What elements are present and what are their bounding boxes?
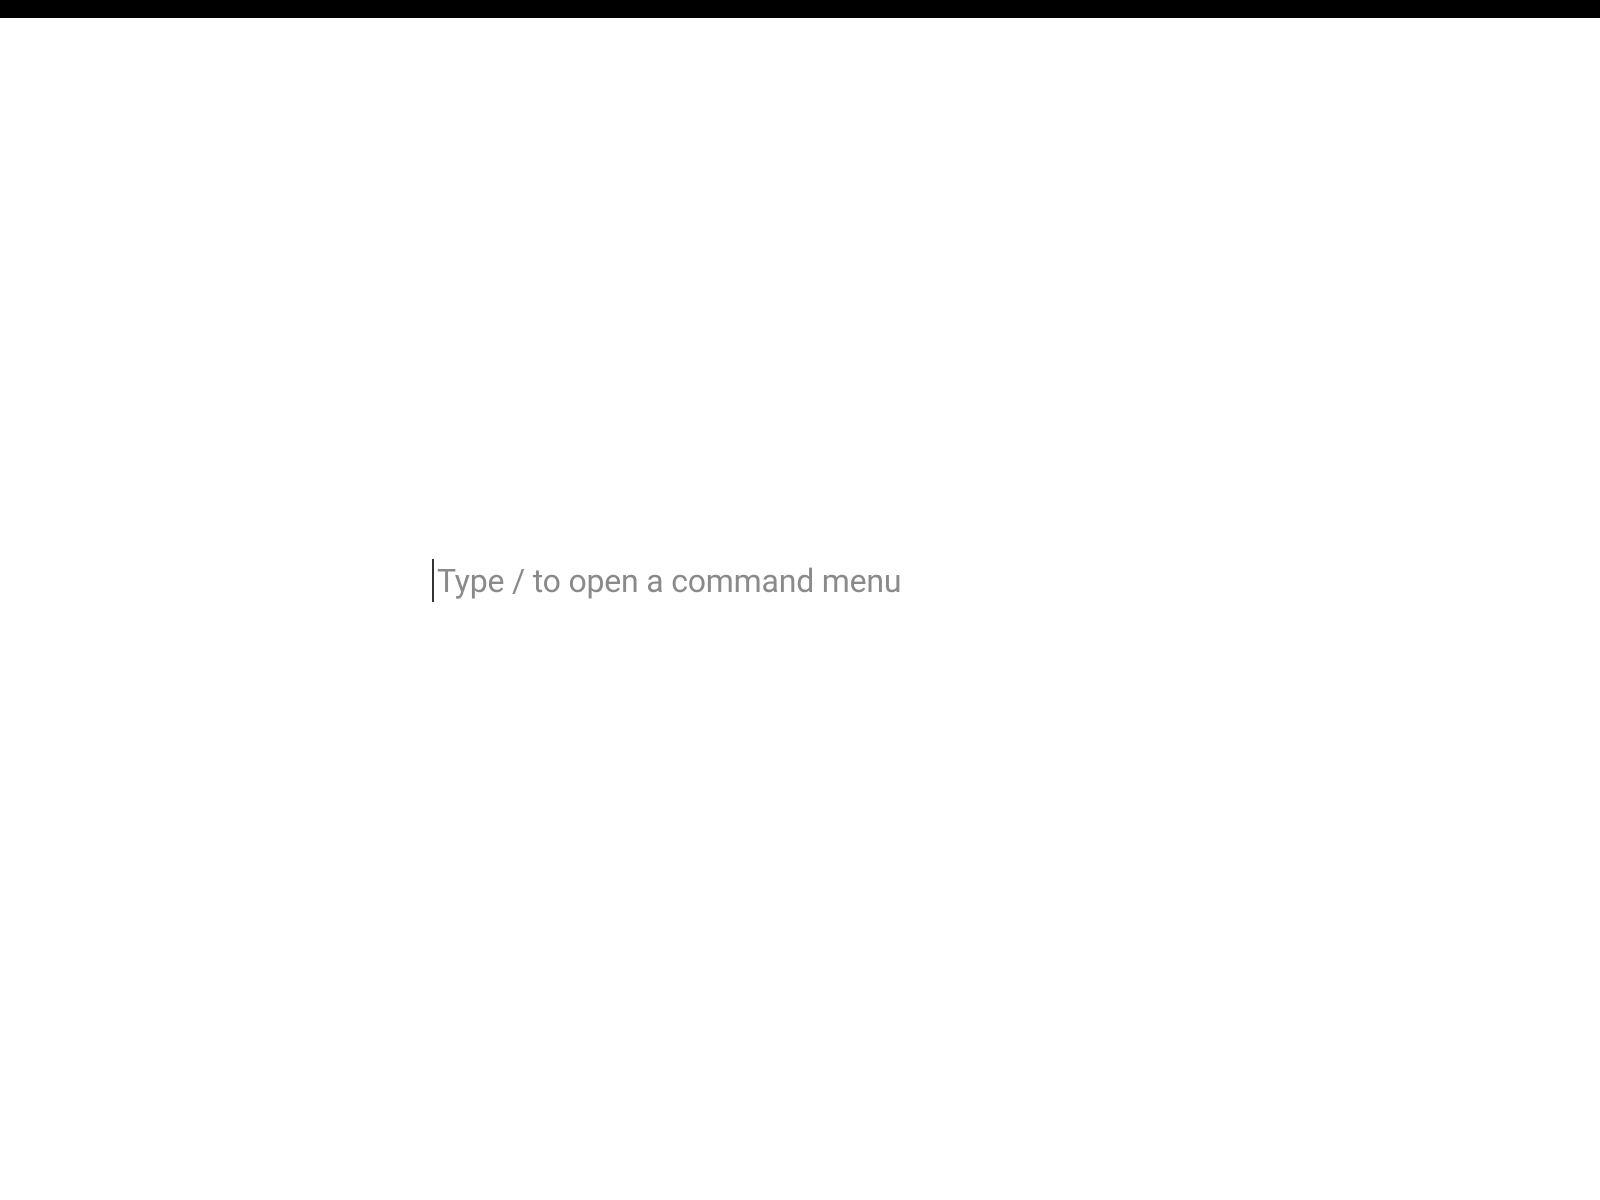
editor-placeholder: Type / to open a command menu [437,562,901,600]
window-top-bar [0,0,1600,18]
editor-canvas[interactable]: Type / to open a command menu [0,18,1600,1200]
text-cursor [432,559,434,602]
